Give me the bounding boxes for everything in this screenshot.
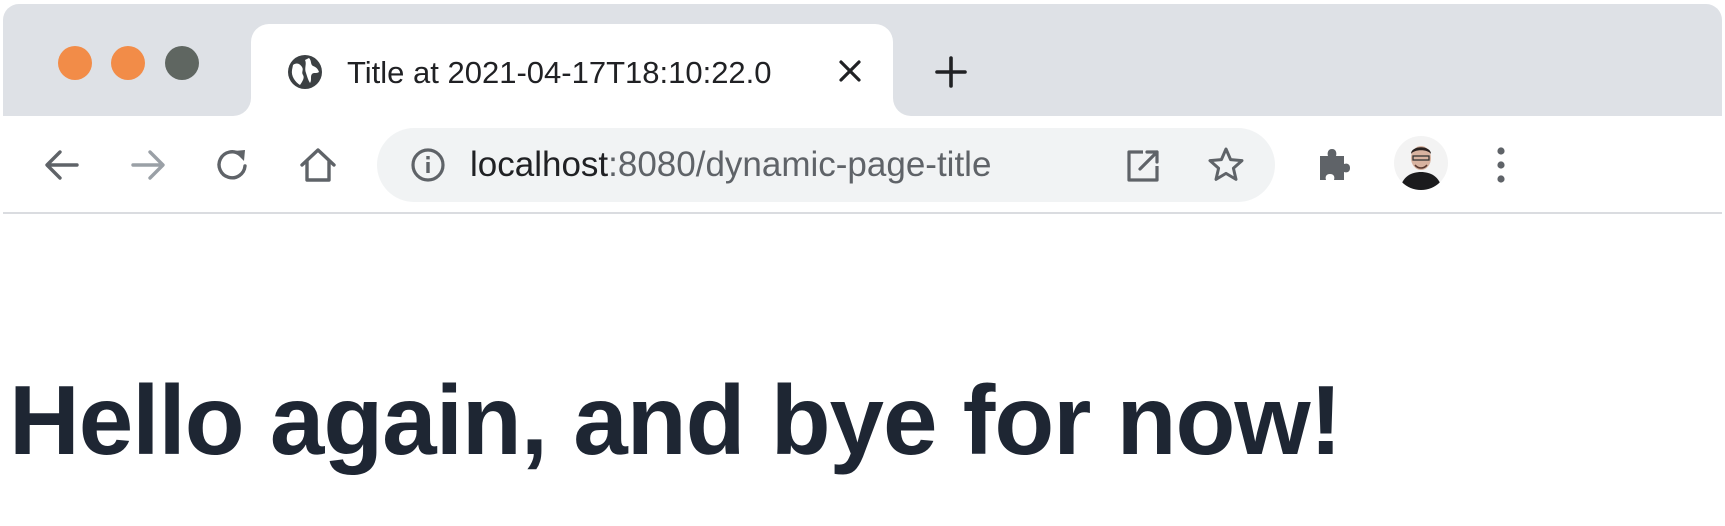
window-minimize-button[interactable] (111, 46, 145, 80)
url-host: localhost (470, 145, 609, 184)
window-close-button[interactable] (58, 46, 92, 80)
tab-title-fade (787, 48, 831, 96)
address-bar[interactable]: localhost:8080/dynamic-page-title (377, 128, 1275, 202)
tab-title: Title at 2021-04-17T18:10:22.0 (347, 55, 772, 90)
url-path: :8080/dynamic-page-title (608, 145, 992, 184)
arrow-left-icon[interactable] (39, 142, 85, 188)
star-icon[interactable] (1205, 144, 1247, 186)
window-maximize-button[interactable] (165, 46, 199, 80)
info-icon[interactable] (409, 146, 447, 184)
puzzle-icon[interactable] (1312, 142, 1356, 186)
arrow-right-icon[interactable] (125, 142, 171, 188)
url-text[interactable]: localhost:8080/dynamic-page-title (470, 143, 991, 187)
browser-toolbar: localhost:8080/dynamic-page-title (3, 116, 1722, 214)
page-heading: Hello again, and bye for now! (9, 365, 1342, 475)
profile-photo (1394, 136, 1448, 190)
open-in-new-icon[interactable] (1123, 146, 1163, 186)
browser-window: Title at 2021-04-17T18:10:22.0 localhost… (3, 4, 1722, 526)
active-tab[interactable]: Title at 2021-04-17T18:10:22.0 (251, 24, 893, 124)
close-icon[interactable] (833, 54, 867, 88)
tab-strip: Title at 2021-04-17T18:10:22.0 (3, 4, 1722, 124)
kebab-menu-icon[interactable] (1491, 142, 1511, 188)
home-icon[interactable] (295, 142, 341, 188)
plus-icon[interactable] (931, 52, 971, 92)
globe-icon (288, 55, 322, 89)
avatar[interactable] (1394, 136, 1448, 190)
reload-icon[interactable] (209, 142, 255, 188)
